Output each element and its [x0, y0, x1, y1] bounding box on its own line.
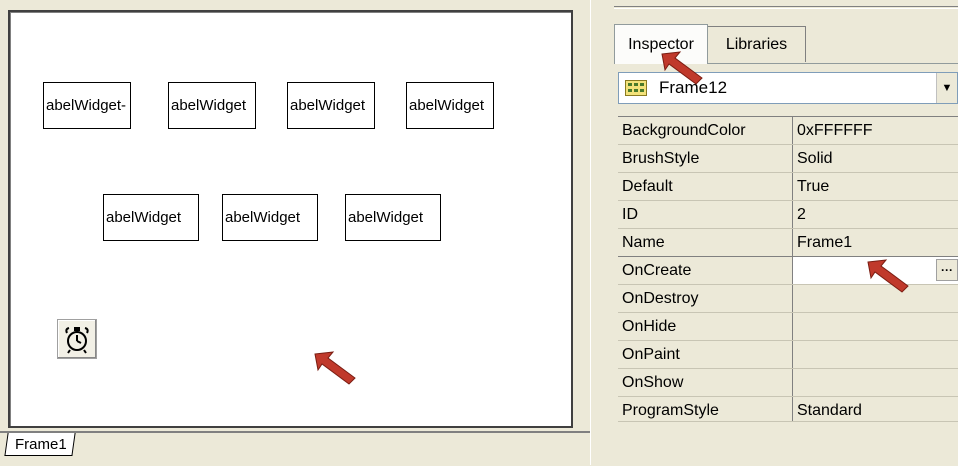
label-widget-text: abelWidget — [288, 97, 374, 114]
object-selector[interactable]: Frame12 ▼ — [618, 72, 958, 104]
panel-grip[interactable] — [614, 6, 958, 9]
property-name: ProgramStyle — [618, 397, 793, 423]
event-name: OnPaint — [618, 341, 793, 369]
frame-icon — [625, 80, 647, 96]
property-row[interactable]: BackgroundColor0xFFFFFF — [618, 117, 958, 145]
timer-widget[interactable] — [57, 319, 97, 359]
panel-splitter[interactable] — [590, 0, 614, 465]
property-row[interactable]: DefaultTrue — [618, 173, 958, 201]
event-value[interactable] — [793, 369, 958, 397]
tab-libraries[interactable]: Libraries — [708, 26, 806, 62]
inspector-panel: Inspector Libraries Frame12 ▼ Background… — [614, 0, 958, 465]
event-row[interactable]: OnHide — [618, 313, 958, 341]
label-widget-text: abelWidget — [346, 209, 440, 226]
property-value[interactable]: 2 — [793, 201, 958, 229]
event-name: OnDestroy — [618, 285, 793, 313]
label-widget-text: abelWidget — [104, 209, 198, 226]
panel-footer — [618, 421, 958, 466]
label-widget-7[interactable]: abelWidget — [345, 194, 441, 241]
property-row[interactable]: NameFrame1 — [618, 229, 958, 257]
property-table: BackgroundColor0xFFFFFF BrushStyleSolid … — [618, 117, 958, 422]
property-name: Name — [618, 229, 793, 257]
design-area: abelWidget- abelWidget abelWidget abelWi… — [0, 0, 590, 465]
tab-libraries-label: Libraries — [726, 36, 787, 54]
property-row[interactable]: BrushStyleSolid — [618, 145, 958, 173]
event-row[interactable]: OnDestroy — [618, 285, 958, 313]
event-row[interactable]: OnPaint — [618, 341, 958, 369]
label-widget-text: abelWidget — [169, 97, 255, 114]
ellipsis-button[interactable]: ··· — [936, 259, 958, 281]
frame-canvas[interactable]: abelWidget- abelWidget abelWidget abelWi… — [8, 10, 573, 428]
tab-frame1[interactable]: Frame1 — [4, 433, 75, 456]
label-widget-6[interactable]: abelWidget — [222, 194, 318, 241]
property-row[interactable]: ProgramStyleStandard — [618, 397, 958, 423]
timer-icon — [63, 324, 91, 354]
tab-frame1-label: Frame1 — [15, 436, 67, 453]
tab-strip-divider — [0, 431, 590, 433]
property-grid: BackgroundColor0xFFFFFF BrushStyleSolid … — [618, 116, 958, 422]
tab-inspector-label: Inspector — [628, 36, 694, 54]
label-widget-5[interactable]: abelWidget — [103, 194, 199, 241]
property-name: BackgroundColor — [618, 117, 793, 145]
label-widget-3[interactable]: abelWidget — [287, 82, 375, 129]
label-widget-2[interactable]: abelWidget — [168, 82, 256, 129]
event-row[interactable]: OnCreate ··· — [618, 257, 958, 285]
property-value[interactable]: Solid — [793, 145, 958, 173]
event-value[interactable] — [793, 285, 958, 313]
property-name: Default — [618, 173, 793, 201]
label-widget-text: abelWidget — [223, 209, 317, 226]
event-name: OnHide — [618, 313, 793, 341]
event-value[interactable] — [793, 313, 958, 341]
property-value[interactable]: Frame1 — [793, 229, 958, 257]
label-widget-text: abelWidget — [407, 97, 493, 114]
event-name: OnShow — [618, 369, 793, 397]
property-value[interactable]: 0xFFFFFF — [793, 117, 958, 145]
event-row[interactable]: OnShow — [618, 369, 958, 397]
label-widget-4[interactable]: abelWidget — [406, 82, 494, 129]
chevron-down-icon[interactable]: ▼ — [936, 73, 957, 103]
document-tab-strip: Frame1 — [0, 431, 590, 465]
event-name: OnCreate — [618, 257, 793, 285]
label-widget-text: abelWidget- — [44, 97, 130, 114]
property-value[interactable]: Standard — [793, 397, 958, 423]
label-widget-1[interactable]: abelWidget- — [43, 82, 131, 129]
property-row[interactable]: ID2 — [618, 201, 958, 229]
event-value[interactable] — [793, 341, 958, 369]
property-name: BrushStyle — [618, 145, 793, 173]
event-value[interactable]: ··· — [793, 257, 958, 285]
tab-inspector[interactable]: Inspector — [614, 24, 708, 64]
property-value[interactable]: True — [793, 173, 958, 201]
property-name: ID — [618, 201, 793, 229]
object-selector-value: Frame12 — [659, 78, 727, 98]
